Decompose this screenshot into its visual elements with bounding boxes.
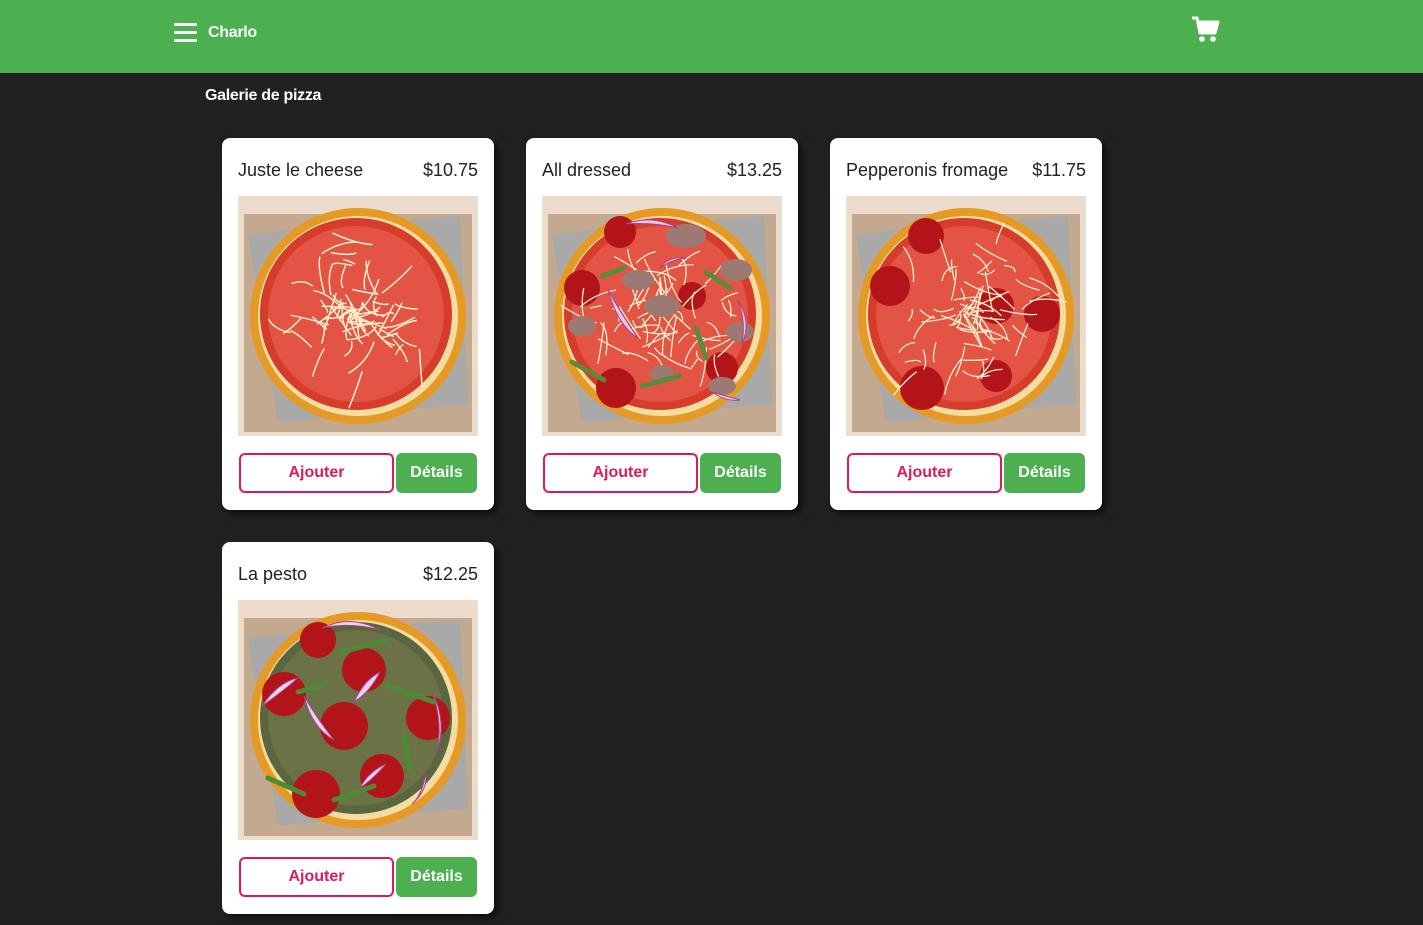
pizza-name: Pepperonis fromage <box>846 160 1009 180</box>
pizza-image[interactable] <box>238 600 478 840</box>
pizza-card: Juste le cheese $10.75 Ajouter Détails <box>222 138 494 510</box>
hamburger-menu-icon[interactable] <box>174 22 198 44</box>
add-button[interactable]: Ajouter <box>543 453 698 493</box>
pizza-image[interactable] <box>846 196 1086 436</box>
pizza-image[interactable] <box>542 196 782 436</box>
pizza-card: All dressed $13.25 Ajouter Détails <box>526 138 798 510</box>
gallery-title: Galerie de pizza <box>205 87 322 104</box>
details-button[interactable]: Détails <box>700 453 781 493</box>
add-button[interactable]: Ajouter <box>239 857 394 897</box>
pizza-price: $11.75 <box>1032 160 1086 180</box>
add-button[interactable]: Ajouter <box>239 453 394 493</box>
pizza-image[interactable] <box>238 196 478 436</box>
top-app-bar: Charlo <box>0 0 1423 73</box>
add-button[interactable]: Ajouter <box>847 453 1002 493</box>
pizza-price: $10.75 <box>422 160 478 180</box>
details-button[interactable]: Détails <box>396 453 477 493</box>
pizza-price: $13.25 <box>726 160 782 180</box>
pizza-name: La pesto <box>238 564 308 584</box>
pizza-card: La pesto $12.25 Ajouter Détails <box>222 542 494 914</box>
brand-title: Charlo <box>208 24 257 41</box>
pizza-price: $12.25 <box>422 564 478 584</box>
pizza-name: Juste le cheese <box>238 160 364 180</box>
shopping-cart-icon[interactable] <box>1191 16 1221 44</box>
pizza-card: Pepperonis fromage $11.75 Ajouter Détail… <box>830 138 1102 510</box>
pizza-name: All dressed <box>542 160 632 180</box>
details-button[interactable]: Détails <box>396 857 477 897</box>
details-button[interactable]: Détails <box>1004 453 1085 493</box>
